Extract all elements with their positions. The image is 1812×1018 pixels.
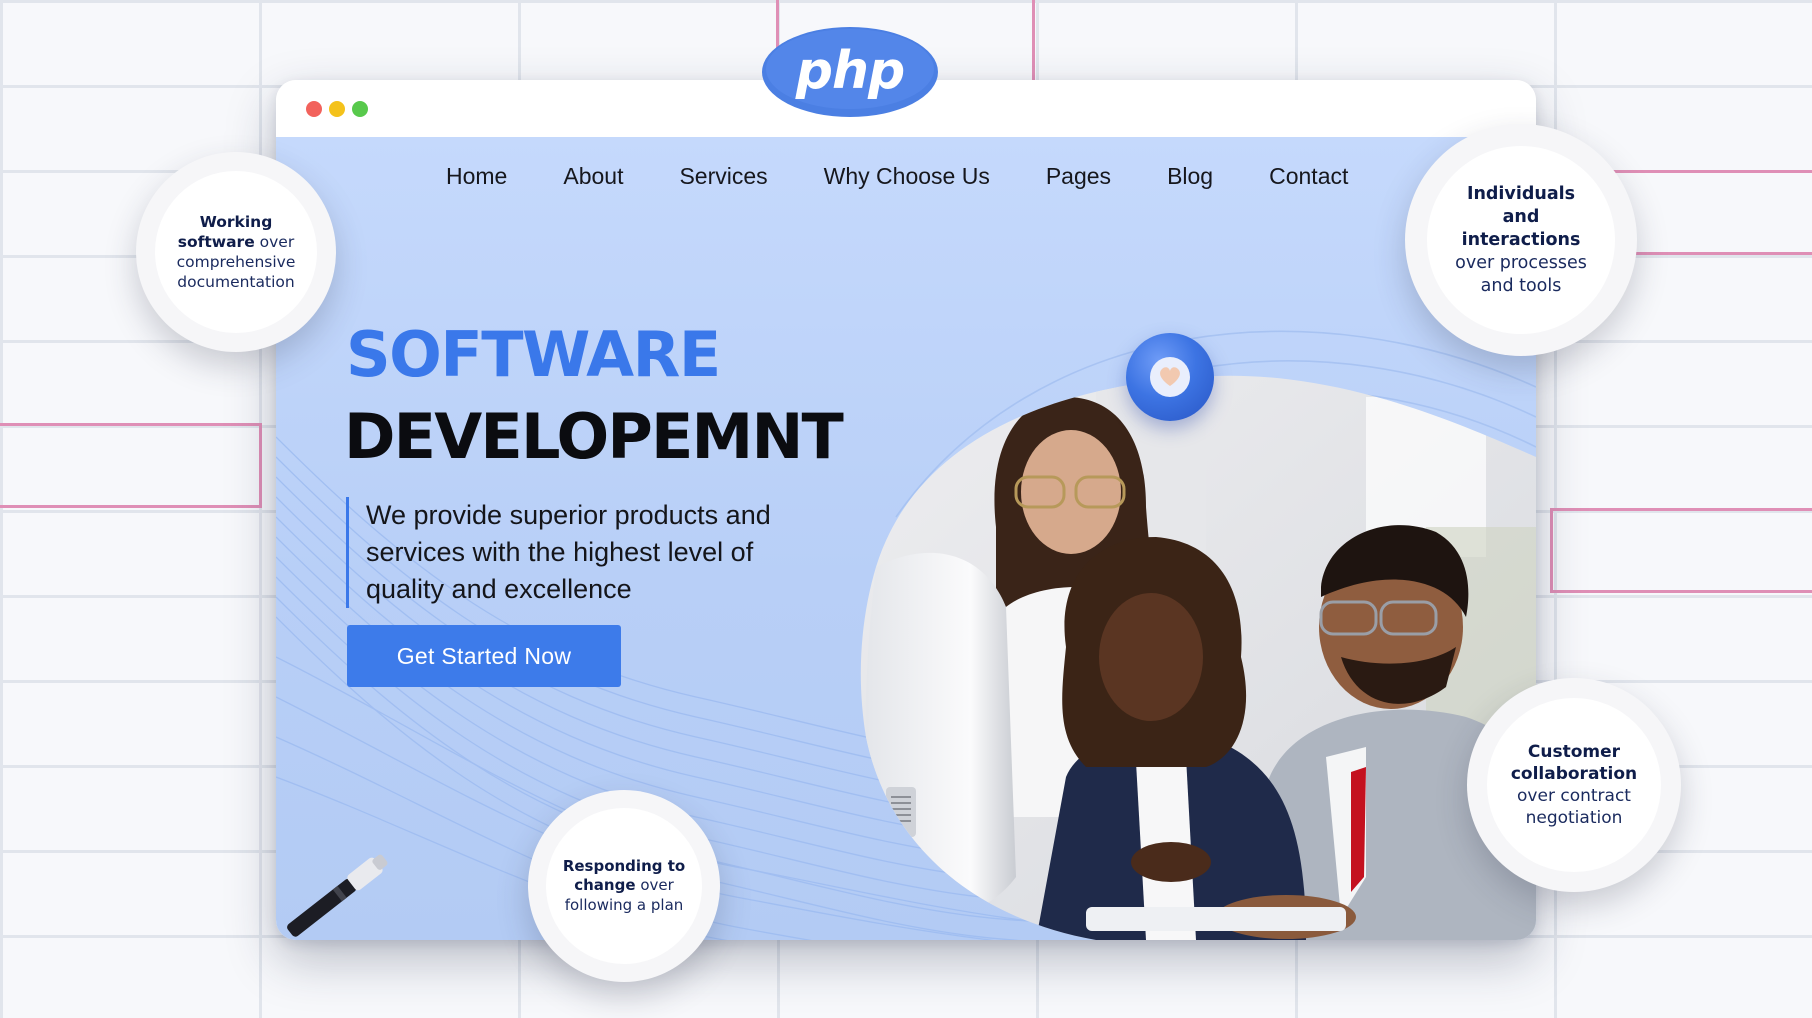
hero-description: We provide superior products and service… [346, 497, 806, 608]
get-started-button[interactable]: Get Started Now [347, 625, 621, 687]
nav-why-choose-us[interactable]: Why Choose Us [824, 159, 990, 193]
badge-customer-text: over contract negotiation [1517, 786, 1631, 828]
nav-pages[interactable]: Pages [1046, 159, 1111, 193]
badge-individuals-bold: Individuals and interactions [1461, 183, 1581, 250]
website-hero: Home About Services Why Choose Us Pages … [276, 137, 1536, 940]
nav-home[interactable]: Home [446, 159, 507, 193]
badge-working-software-bold: Working software [177, 213, 273, 251]
badge-individuals-text: over processes and tools [1455, 252, 1587, 296]
badge-responding-to-change: Responding to change over following a pl… [528, 790, 720, 982]
minimize-window-button[interactable] [329, 101, 345, 117]
badge-individuals: Individuals and interactions over proces… [1405, 124, 1637, 356]
main-nav: Home About Services Why Choose Us Pages … [446, 159, 1348, 193]
hero-title-software: SOFTWARE [346, 318, 721, 391]
nav-blog[interactable]: Blog [1167, 159, 1213, 193]
nav-services[interactable]: Services [679, 159, 767, 193]
browser-window: Home About Services Why Choose Us Pages … [276, 80, 1536, 940]
highlight-cell [1550, 508, 1812, 593]
highlight-cell [0, 423, 262, 508]
nav-contact[interactable]: Contact [1269, 159, 1348, 193]
heart-icon [1150, 357, 1190, 397]
badge-customer-bold: Customer collaboration [1510, 742, 1638, 784]
php-logo-text: php [795, 41, 904, 101]
close-window-button[interactable] [306, 101, 322, 117]
maximize-window-button[interactable] [352, 101, 368, 117]
php-logo: php [762, 27, 938, 117]
badge-working-software: Working software over comprehensive docu… [136, 152, 336, 352]
heart-badge [1126, 333, 1214, 421]
pen-icon [287, 854, 388, 937]
nav-about[interactable]: About [563, 159, 623, 193]
badge-customer-collaboration: Customer collaboration over contract neg… [1467, 678, 1681, 892]
